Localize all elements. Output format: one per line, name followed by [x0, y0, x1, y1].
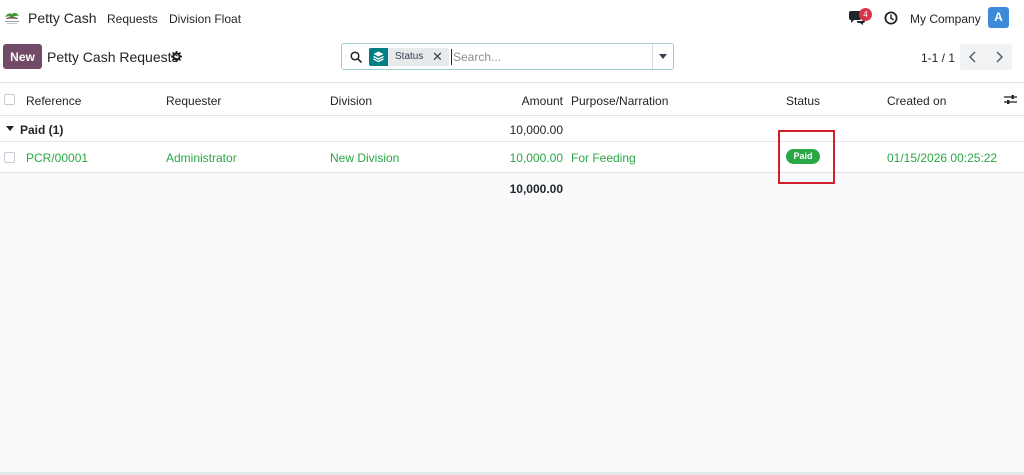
search-bar: Status ✕	[341, 43, 674, 70]
group-amount: 10,000.00	[509, 123, 563, 137]
remove-facet-icon[interactable]: ✕	[432, 48, 444, 66]
chevron-left-icon	[969, 51, 976, 63]
select-all-checkbox[interactable]	[4, 94, 15, 105]
table-row[interactable]: PCR/00001 Administrator New Division 10,…	[0, 142, 1024, 173]
column-amount[interactable]: Amount	[522, 94, 563, 108]
total-amount: 10,000.00	[509, 182, 563, 196]
app-logo-icon[interactable]	[3, 9, 21, 25]
page-title: Petty Cash Requests	[47, 49, 179, 65]
group-row-paid[interactable]: Paid (1) 10,000.00	[0, 116, 1024, 142]
search-options-toggle[interactable]	[652, 44, 674, 69]
cell-reference: PCR/00001	[26, 151, 89, 165]
layers-icon	[373, 51, 384, 63]
search-input[interactable]	[451, 49, 646, 65]
column-created-on[interactable]: Created on	[887, 94, 946, 108]
cell-purpose: For Feeding	[571, 151, 636, 165]
table-header: Reference Requester Division Amount Purp…	[0, 83, 1024, 116]
user-avatar[interactable]: A	[988, 7, 1009, 28]
list-view: Reference Requester Division Amount Purp…	[0, 82, 1024, 475]
pager-value[interactable]: 1-1 / 1	[921, 51, 955, 65]
group-label: Paid (1)	[20, 123, 64, 137]
messages-badge: 4	[859, 8, 872, 21]
new-button[interactable]: New	[3, 44, 42, 69]
chevron-down-icon	[659, 54, 667, 59]
top-navbar: Petty Cash Requests Division Float 4 My …	[0, 0, 1024, 36]
caret-down-icon	[6, 126, 14, 131]
pager-previous-button[interactable]	[960, 44, 986, 70]
cell-created-on: 01/15/2026 00:25:22	[887, 151, 998, 165]
column-division[interactable]: Division	[330, 94, 372, 108]
row-checkbox[interactable]	[4, 152, 15, 163]
column-requester[interactable]: Requester	[166, 94, 221, 108]
cell-requester: Administrator	[166, 151, 237, 165]
column-purpose[interactable]: Purpose/Narration	[571, 94, 668, 108]
optional-columns-icon[interactable]	[1004, 94, 1017, 105]
cell-amount: 10,000.00	[509, 151, 563, 165]
table-footer: 10,000.00	[0, 173, 1024, 203]
pager-next-button[interactable]	[986, 44, 1012, 70]
column-status[interactable]: Status	[786, 94, 820, 108]
activity-clock-icon[interactable]	[884, 11, 898, 25]
chevron-right-icon	[996, 51, 1003, 63]
filter-layers-icon	[369, 48, 388, 66]
column-reference[interactable]: Reference	[26, 94, 81, 108]
app-name[interactable]: Petty Cash	[28, 10, 96, 26]
gear-icon[interactable]	[171, 51, 182, 62]
highlight-annotation	[778, 130, 835, 184]
menu-division-float[interactable]: Division Float	[169, 12, 241, 26]
cell-division: New Division	[330, 151, 400, 165]
search-icon[interactable]	[350, 51, 362, 63]
menu-requests[interactable]: Requests	[107, 12, 158, 26]
company-switcher[interactable]: My Company	[910, 12, 981, 26]
